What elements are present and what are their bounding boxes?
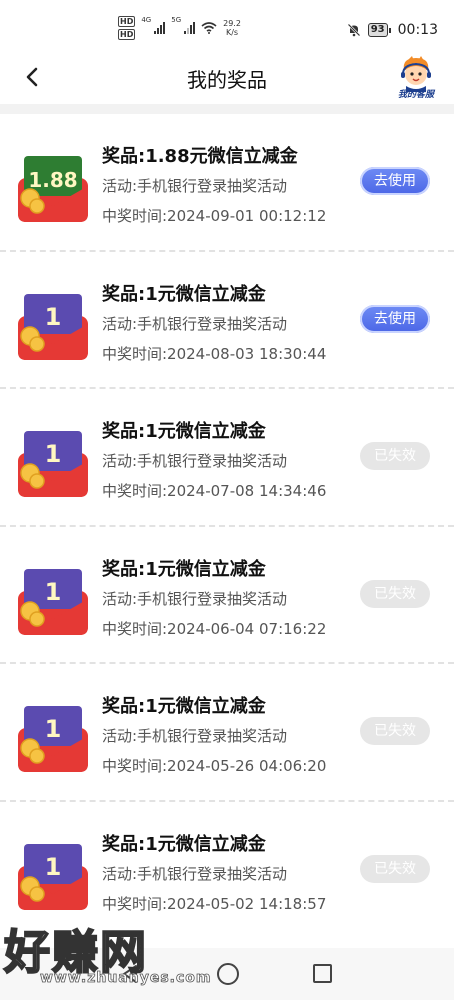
expired-badge: 已失效 bbox=[360, 854, 430, 883]
hd-volte-icons: HD HD bbox=[118, 16, 136, 40]
use-button[interactable]: 去使用 bbox=[360, 167, 430, 195]
prize-item: 1 奖品:1元微信立减金 活动:手机银行登录抽奖活动 中奖时间:2024-05-… bbox=[0, 664, 454, 802]
prize-activity: 活动:手机银行登录抽奖活动 bbox=[102, 727, 288, 745]
battery-icon: 93 bbox=[367, 23, 391, 37]
expired-badge: 已失效 bbox=[360, 442, 430, 470]
red-envelope-icon: 1.88 bbox=[18, 156, 88, 222]
hd-icon: HD bbox=[118, 16, 136, 27]
network-type-label: 5G bbox=[171, 16, 182, 24]
prize-activity: 活动:手机银行登录抽奖活动 bbox=[102, 314, 288, 333]
prize-amount: 1 bbox=[45, 715, 62, 743]
system-nav-bar bbox=[0, 948, 454, 1000]
prize-title: 奖品:1.88元微信立减金 bbox=[102, 146, 298, 167]
mute-bell-icon bbox=[347, 23, 361, 37]
circle-home-icon[interactable] bbox=[217, 963, 239, 985]
prize-activity: 活动:手机银行登录抽奖活动 bbox=[102, 864, 288, 883]
status-right: 93 00:13 bbox=[347, 22, 438, 38]
red-envelope-icon: 1 bbox=[18, 843, 88, 910]
prize-list: 1.88 奖品:1.88元微信立减金 活动:手机银行登录抽奖活动 中奖时间:20… bbox=[0, 114, 454, 939]
header-divider bbox=[0, 104, 454, 114]
wifi-icon bbox=[201, 22, 217, 34]
chevron-left-icon bbox=[26, 67, 38, 87]
expired-badge: 已失效 bbox=[360, 579, 430, 608]
red-envelope-icon: 1 bbox=[18, 431, 88, 497]
prize-title: 奖品:1元微信立减金 bbox=[102, 283, 266, 305]
prize-title: 奖品:1元微信立减金 bbox=[102, 696, 266, 717]
customer-service-button[interactable]: 我的客服 bbox=[390, 56, 442, 102]
use-button[interactable]: 去使用 bbox=[360, 304, 430, 333]
prize-activity: 活动:手机银行登录抽奖活动 bbox=[102, 177, 288, 195]
prize-item: 1 奖品:1元微信立减金 活动:手机银行登录抽奖活动 中奖时间:2024-07-… bbox=[0, 389, 454, 527]
prize-time: 中奖时间:2024-08-03 18:30:44 bbox=[102, 344, 327, 363]
prize-amount: 1 bbox=[45, 578, 62, 606]
network-speed-value: 29.2 bbox=[223, 19, 241, 28]
square-recent-icon[interactable] bbox=[313, 964, 332, 983]
network-speed-unit: K/s bbox=[225, 28, 239, 37]
clock: 00:13 bbox=[397, 22, 438, 38]
expired-badge: 已失效 bbox=[360, 717, 430, 745]
prize-title: 奖品:1元微信立减金 bbox=[102, 421, 266, 442]
service-label: 我的客服 bbox=[397, 90, 434, 100]
network-speed: 29.2 K/s bbox=[223, 19, 241, 37]
signal-icon bbox=[184, 22, 196, 34]
red-envelope-icon: 1 bbox=[18, 568, 88, 635]
hd-icon: HD bbox=[118, 29, 136, 40]
prize-time: 中奖时间:2024-07-08 14:34:46 bbox=[102, 482, 327, 500]
prize-activity: 活动:手机银行登录抽奖活动 bbox=[102, 452, 288, 470]
red-envelope-icon: 1 bbox=[18, 293, 88, 360]
status-indicators: HD HD 4G 5G 29.2 K/s bbox=[118, 16, 241, 40]
prize-amount: 1 bbox=[45, 853, 62, 881]
signal-icon bbox=[154, 22, 166, 34]
prize-amount: 1 bbox=[45, 303, 62, 331]
prize-amount: 1 bbox=[45, 440, 62, 468]
red-envelope-icon: 1 bbox=[18, 706, 88, 772]
prize-item: 1 奖品:1元微信立减金 活动:手机银行登录抽奖活动 中奖时间:2024-05-… bbox=[0, 802, 454, 940]
triangle-back-icon[interactable] bbox=[120, 964, 140, 984]
prize-item: 1 奖品:1元微信立减金 活动:手机银行登录抽奖活动 中奖时间:2024-08-… bbox=[0, 252, 454, 389]
prize-time: 中奖时间:2024-06-04 07:16:22 bbox=[102, 619, 327, 638]
prize-activity: 活动:手机银行登录抽奖活动 bbox=[102, 589, 288, 608]
page-title: 我的奖品 bbox=[187, 68, 267, 92]
nav-bar: 我的奖品 我的客服 bbox=[0, 52, 454, 102]
prize-item: 1 奖品:1元微信立减金 活动:手机银行登录抽奖活动 中奖时间:2024-06-… bbox=[0, 527, 454, 664]
back-button[interactable] bbox=[20, 64, 46, 90]
status-bar: HD HD 4G 5G 29.2 K/s 93 00:13 bbox=[0, 0, 454, 52]
prize-time: 中奖时间:2024-05-02 14:18:57 bbox=[102, 894, 327, 913]
network-type-label: 4G bbox=[141, 16, 152, 24]
prize-amount: 1.88 bbox=[28, 168, 77, 192]
prize-item: 1.88 奖品:1.88元微信立减金 活动:手机银行登录抽奖活动 中奖时间:20… bbox=[0, 114, 454, 252]
prize-title: 奖品:1元微信立减金 bbox=[102, 558, 266, 580]
prize-time: 中奖时间:2024-05-26 04:06:20 bbox=[102, 757, 327, 775]
battery-level: 93 bbox=[367, 23, 388, 37]
prize-time: 中奖时间:2024-09-01 00:12:12 bbox=[102, 207, 327, 225]
prize-title: 奖品:1元微信立减金 bbox=[102, 833, 266, 855]
